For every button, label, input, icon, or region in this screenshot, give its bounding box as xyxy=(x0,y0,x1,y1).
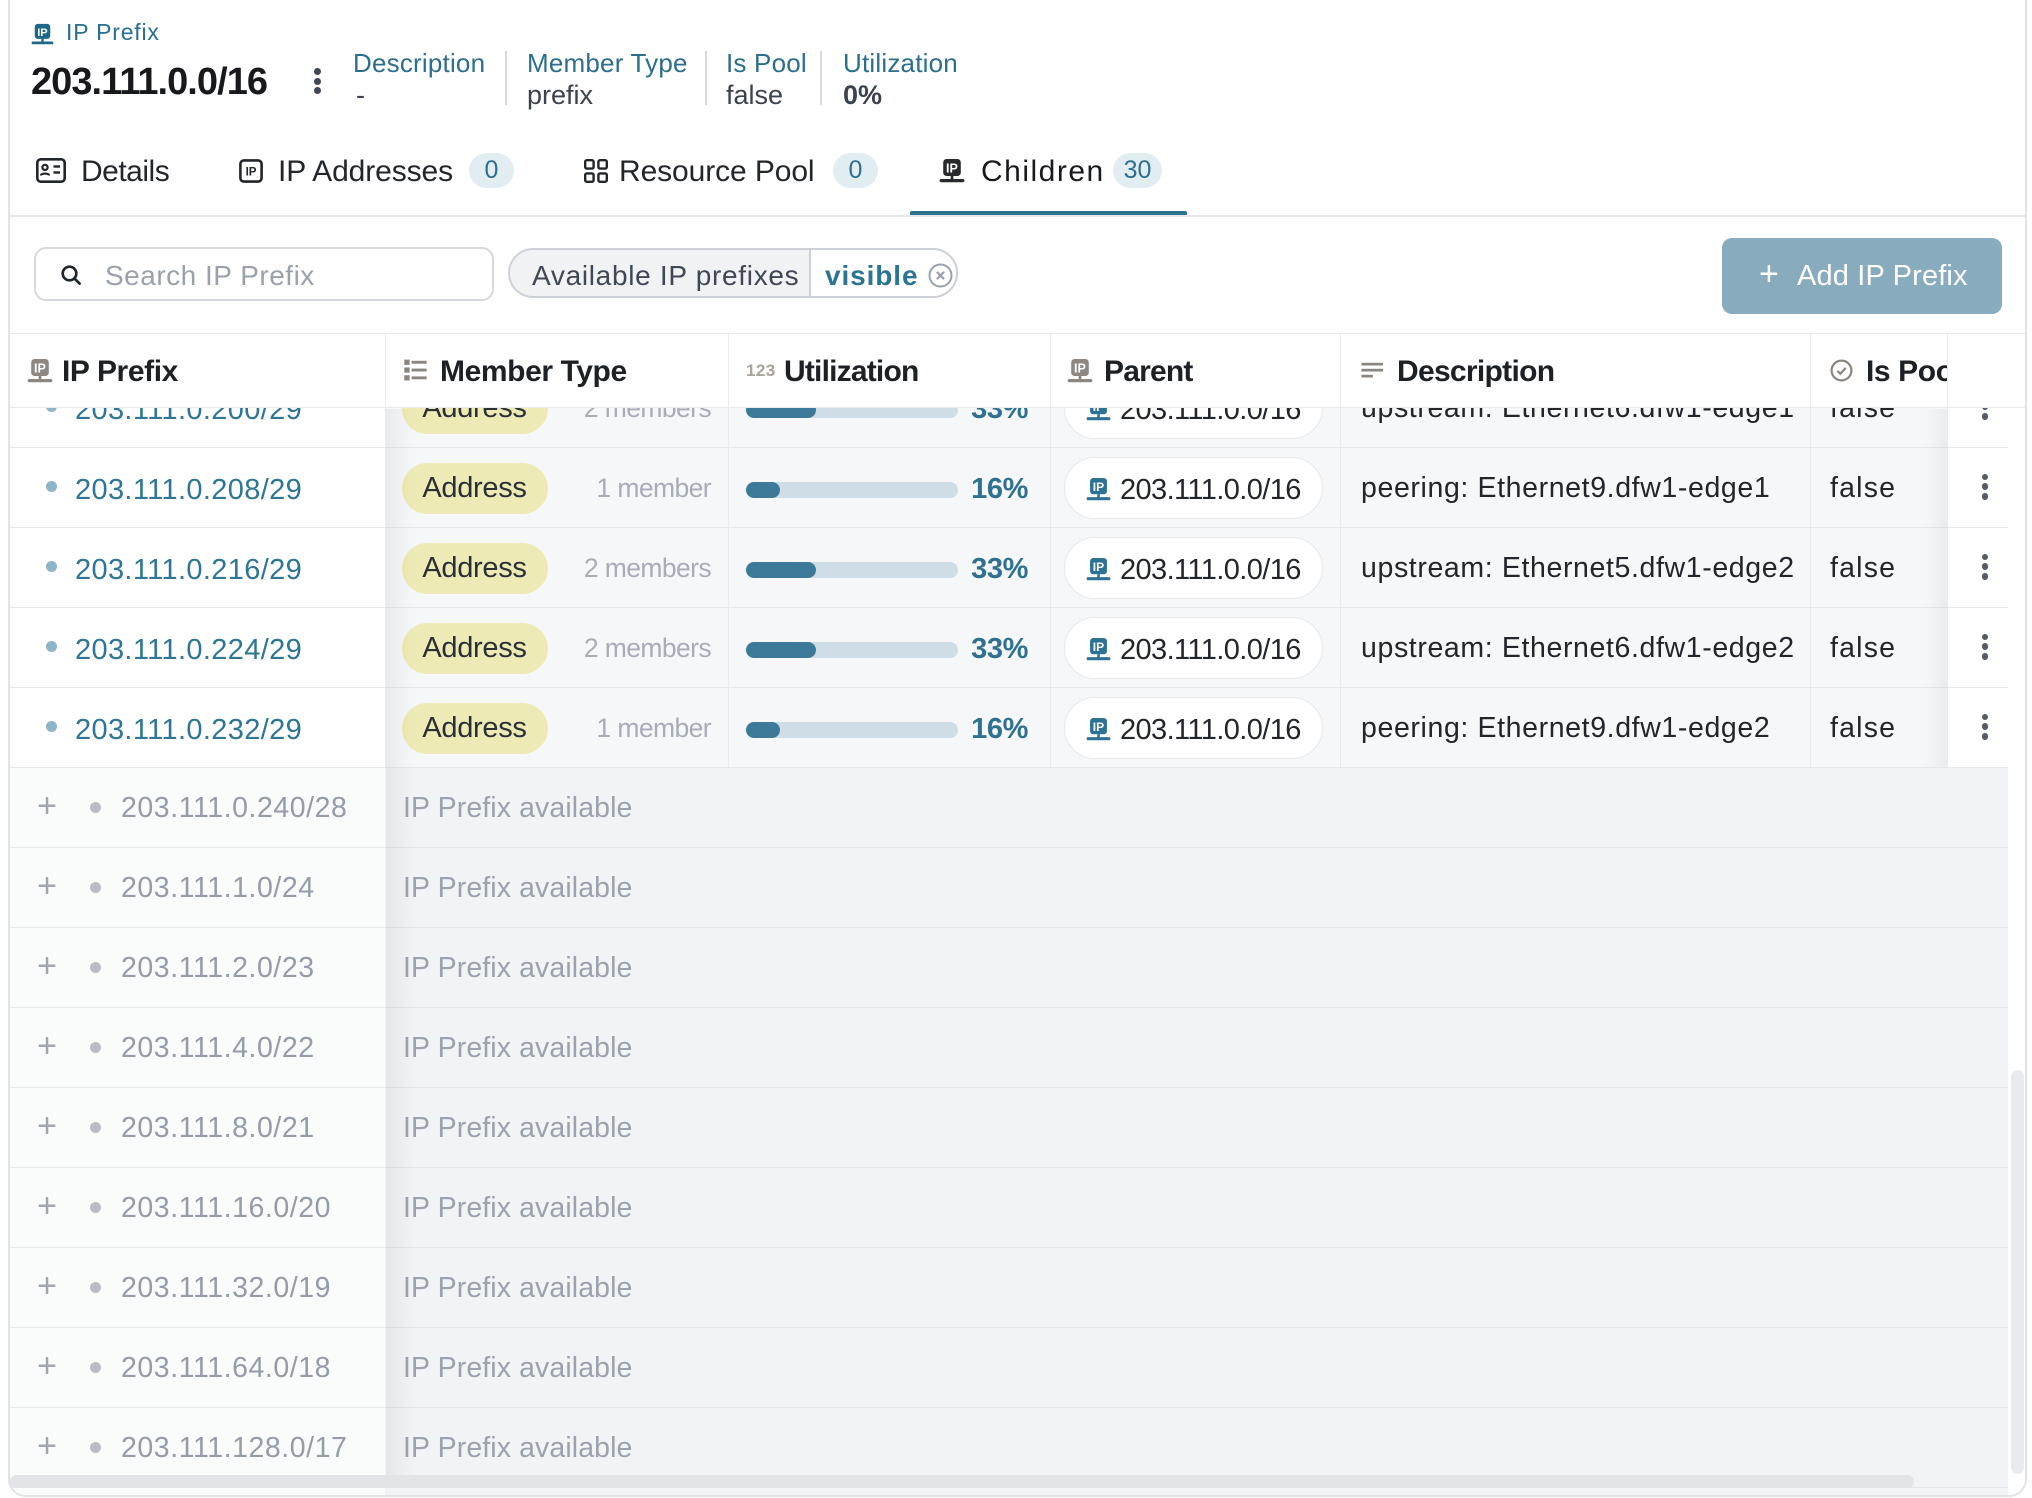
svg-text:IP: IP xyxy=(1074,362,1086,376)
svg-text:IP: IP xyxy=(1092,480,1103,494)
svg-text:IP: IP xyxy=(1092,560,1103,574)
svg-text:IP: IP xyxy=(946,162,958,176)
svg-text:IP: IP xyxy=(34,362,46,376)
svg-text:IP: IP xyxy=(1092,640,1103,654)
svg-text:IP: IP xyxy=(37,26,47,38)
svg-text:IP: IP xyxy=(246,167,257,179)
svg-text:IP: IP xyxy=(1092,720,1103,734)
